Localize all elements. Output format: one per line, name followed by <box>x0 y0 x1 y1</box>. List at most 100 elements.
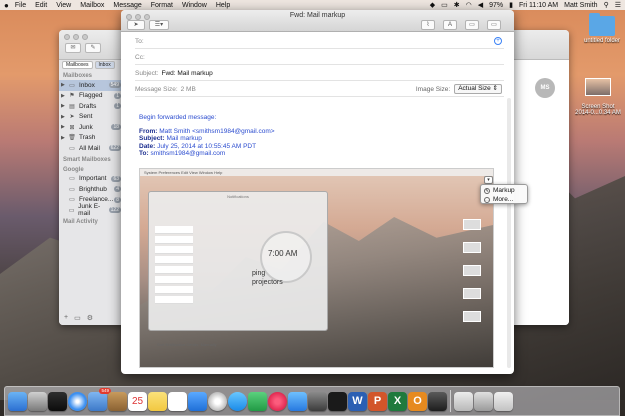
outlook-icon[interactable]: O <box>408 391 427 411</box>
disclosure-icon[interactable]: ▶ <box>61 124 65 130</box>
messages-icon[interactable] <box>228 391 247 411</box>
from-label: From: <box>139 127 158 135</box>
launchpad-icon[interactable] <box>28 391 47 411</box>
embedded-screenshot-image[interactable]: System Preferences Edit View Window Help… <box>139 168 494 368</box>
wifi-icon[interactable]: ◠ <box>466 1 472 9</box>
add-mailbox-icon[interactable]: + <box>64 314 68 322</box>
activity-icon[interactable]: ▭ <box>74 314 81 322</box>
disclosure-icon[interactable]: ▶ <box>61 93 65 99</box>
subject-field-row[interactable]: Subject: Fwd: Mail markup <box>135 66 504 81</box>
compose-button[interactable]: ✎ <box>85 43 101 53</box>
calendar-icon[interactable]: 25 <box>128 391 147 411</box>
mission-control-icon[interactable] <box>48 391 67 411</box>
image-size-select[interactable]: Actual Size ⇕ <box>454 84 502 94</box>
documents-stack-icon[interactable] <box>474 391 493 411</box>
powerpoint-icon[interactable]: P <box>368 391 387 411</box>
apple-menu-icon[interactable]: ● <box>4 1 9 10</box>
chevron-down-icon: ⇕ <box>492 85 498 92</box>
downloads-stack-icon[interactable] <box>454 391 473 411</box>
menu-item-markup[interactable]: ✎ Markup <box>484 186 524 195</box>
itunes-icon[interactable] <box>268 391 287 411</box>
notification-center-icon[interactable]: ☰ <box>615 1 621 9</box>
safari-icon[interactable] <box>68 391 87 411</box>
menu-window[interactable]: Window <box>182 2 207 9</box>
menu-user[interactable]: Matt Smith <box>564 2 597 9</box>
mail-icon[interactable]: 549 <box>88 387 111 411</box>
sidebar-item-label: Trash <box>79 134 96 142</box>
cc-field-row[interactable]: Cc: <box>135 50 504 65</box>
reminders-icon[interactable] <box>168 391 187 411</box>
menu-format[interactable]: Format <box>151 2 173 9</box>
sidebar-item-sent[interactable]: ▶ ➤ Sent <box>59 112 124 123</box>
notes-icon[interactable] <box>148 391 167 411</box>
send-button[interactable]: ➤ <box>127 20 145 30</box>
menu-message[interactable]: Message <box>113 2 141 9</box>
facetime-icon[interactable] <box>248 391 267 411</box>
spotlight-icon[interactable]: ⚲ <box>604 1 609 9</box>
word-icon[interactable]: W <box>348 391 367 411</box>
sidebar-item-junk-email[interactable]: ▭ Junk E-mail 122 <box>59 203 124 217</box>
to-field-row[interactable]: To: + <box>135 34 504 49</box>
sidebar-item-label: Inbox <box>79 81 95 89</box>
menu-mailbox[interactable]: Mailbox <box>80 2 104 9</box>
chrome-icon[interactable] <box>328 391 347 411</box>
sidebar-item-label: Junk <box>79 123 93 131</box>
menu-clock[interactable]: Fri 11:10 AM <box>519 2 558 9</box>
photo-browser-button[interactable]: ▭ <box>465 20 479 30</box>
close-button[interactable] <box>64 34 70 40</box>
photo-icon: ▭ <box>469 22 475 28</box>
menu-item-more[interactable]: … More... <box>484 195 524 204</box>
tab-mailboxes[interactable]: Mailboxes <box>62 61 93 69</box>
attach-button[interactable]: ⌇ <box>421 20 435 30</box>
contacts-icon[interactable] <box>108 391 127 411</box>
add-contact-icon[interactable]: + <box>494 37 502 45</box>
volume-icon[interactable]: ◀ <box>478 1 483 9</box>
disclosure-icon[interactable]: ▶ <box>61 135 65 141</box>
sidebar-item-drafts[interactable]: ▶ ▤ Drafts 1 <box>59 101 124 112</box>
battery-percent[interactable]: 97% <box>489 2 503 9</box>
from-value[interactable]: Matt Smith <smithsm1984@gmail.com> <box>159 128 274 135</box>
gear-icon[interactable]: ⚙ <box>87 314 93 322</box>
embedded-list-row <box>155 236 193 244</box>
system-preferences-icon[interactable] <box>308 391 327 411</box>
dropbox-icon[interactable]: ◆ <box>430 1 435 9</box>
menu-view[interactable]: View <box>56 2 71 9</box>
get-mail-button[interactable]: ✉ <box>65 43 81 53</box>
menu-edit[interactable]: Edit <box>35 2 47 9</box>
header-options-button[interactable]: ☰▾ <box>149 20 169 30</box>
trash-icon[interactable] <box>494 391 513 411</box>
menu-file[interactable]: File <box>15 2 26 9</box>
battery-icon[interactable]: ▮ <box>509 1 513 9</box>
markup-dropdown-button[interactable]: ▾ <box>484 176 493 184</box>
photos-icon[interactable] <box>208 391 227 411</box>
desktop-folder[interactable]: untitled folder <box>580 13 624 44</box>
section-google: Google <box>63 166 84 173</box>
sidebar-item-inbox[interactable]: ▶ ▭ Inbox 549 <box>59 80 124 91</box>
minimize-button[interactable] <box>73 34 79 40</box>
excel-icon[interactable]: X <box>388 391 407 411</box>
menu-help[interactable]: Help <box>216 2 230 9</box>
disclosure-icon[interactable]: ▶ <box>61 103 65 109</box>
sidebar-item-trash[interactable]: ▶ 🗑 Trash <box>59 133 124 144</box>
sidebar-item-brighthub[interactable]: ▭ Brighthub 4 <box>59 184 124 195</box>
airplay-icon[interactable]: ▭ <box>441 1 448 9</box>
desktop-screenshot[interactable]: Screen Shot 2014-0...0.34 AM <box>572 72 624 122</box>
disclosure-icon[interactable]: ▶ <box>61 114 65 120</box>
sidebar-item-flagged[interactable]: ▶ ⚑ Flagged 1 <box>59 91 124 102</box>
stationery-button[interactable]: ▭ <box>487 20 501 30</box>
tab-inbox[interactable]: Inbox <box>94 61 115 69</box>
finder-icon[interactable] <box>8 391 27 411</box>
disclosure-icon[interactable]: ▶ <box>61 82 65 88</box>
sidebar-item-junk[interactable]: ▶ ⊠ Junk 18 <box>59 122 124 133</box>
bluetooth-icon[interactable]: ✱ <box>454 1 460 9</box>
sidebar-item-all-mail[interactable]: ▭ All Mail 622 <box>59 143 124 154</box>
format-button[interactable]: A <box>443 20 457 30</box>
zoom-button[interactable] <box>82 34 88 40</box>
maps-icon[interactable] <box>188 391 207 411</box>
sidebar-item-important[interactable]: ▭ Important 63 <box>59 174 124 185</box>
terminal-icon[interactable] <box>428 391 447 411</box>
fwd-to-value[interactable]: smithsm1984@gmail.com <box>150 150 225 157</box>
subject-input[interactable]: Fwd: Mail markup <box>162 70 213 77</box>
body-scrollbar[interactable] <box>507 98 511 368</box>
app-store-icon[interactable] <box>288 391 307 411</box>
